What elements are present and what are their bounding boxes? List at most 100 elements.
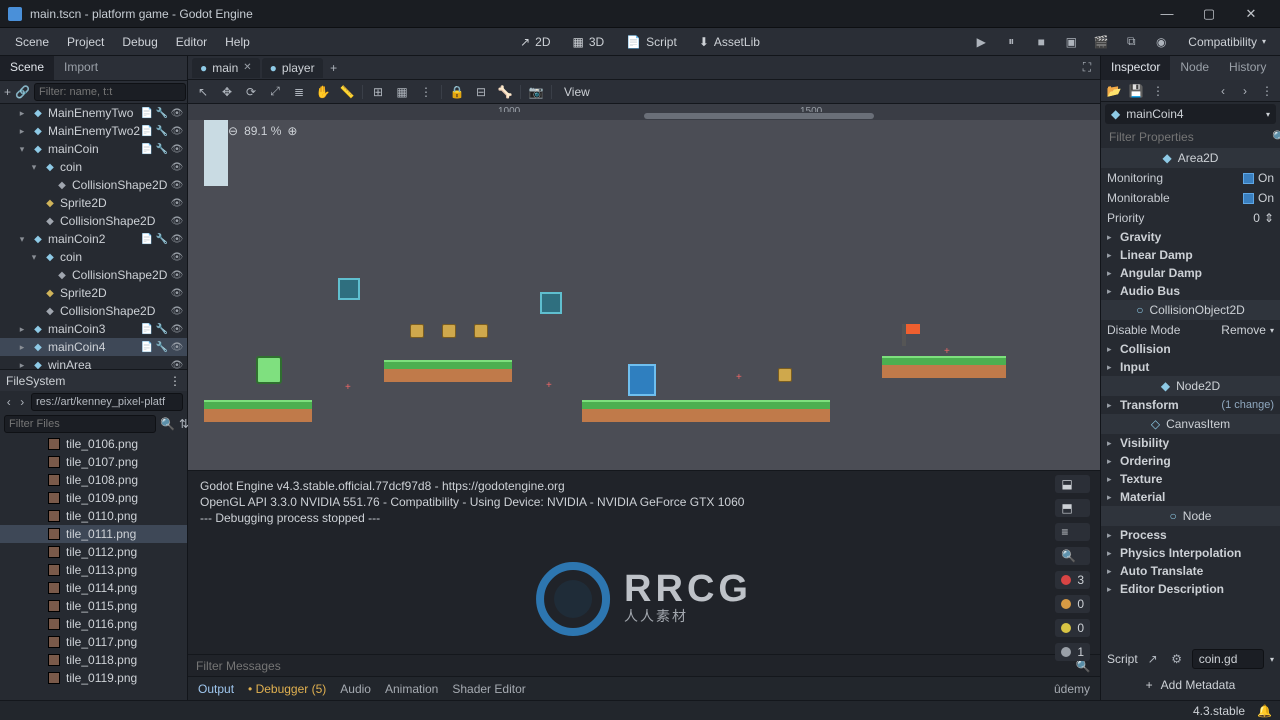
property-group[interactable]: ▸Input bbox=[1101, 358, 1280, 376]
tree-node[interactable]: ▸◆mainCoin4📄🔧👁 bbox=[0, 338, 187, 356]
add-scene-tab[interactable]: + bbox=[325, 59, 343, 77]
tree-node[interactable]: ◆CollisionShape2D👁 bbox=[0, 176, 187, 194]
file-item[interactable]: tile_0106.png bbox=[0, 435, 187, 453]
filesystem-path-input[interactable] bbox=[31, 393, 183, 411]
file-item[interactable]: tile_0112.png bbox=[0, 543, 187, 561]
workspace-tab-assetlib[interactable]: ⬇AssetLib bbox=[691, 31, 768, 53]
tree-node[interactable]: ▸◆winArea👁 bbox=[0, 356, 187, 369]
file-item[interactable]: tile_0111.png bbox=[0, 525, 187, 543]
menu-editor[interactable]: Editor bbox=[167, 31, 216, 53]
inspector-section-header[interactable]: ○CollisionObject2D bbox=[1101, 300, 1280, 320]
expand-output-icon[interactable]: ⬒ bbox=[1055, 499, 1090, 517]
inspector-tab[interactable]: Inspector bbox=[1101, 56, 1170, 80]
property-row[interactable]: Disable ModeRemove▾ bbox=[1101, 320, 1280, 340]
node-tab[interactable]: Node bbox=[1170, 56, 1219, 80]
property-group[interactable]: ▸Transform(1 change) bbox=[1101, 396, 1280, 414]
snap-icon[interactable]: ⊞ bbox=[369, 83, 387, 101]
property-row[interactable]: MonitorableOn bbox=[1101, 188, 1280, 208]
file-item[interactable]: tile_0107.png bbox=[0, 453, 187, 471]
zoom-indicator[interactable]: ⊖ 89.1 % ⊕ bbox=[228, 124, 297, 138]
file-item[interactable]: tile_0108.png bbox=[0, 471, 187, 489]
snap-options-icon[interactable]: ⋮ bbox=[417, 83, 435, 101]
close-button[interactable]: ✕ bbox=[1230, 0, 1272, 28]
view-menu[interactable]: View bbox=[558, 85, 596, 99]
remote-button[interactable]: ▣ bbox=[1060, 31, 1082, 53]
movie-button[interactable]: ◉ bbox=[1150, 31, 1172, 53]
property-group[interactable]: ▸Angular Damp bbox=[1101, 264, 1280, 282]
viewport-scrollbar-h[interactable] bbox=[204, 112, 1100, 120]
script-gear-icon[interactable]: ⚙ bbox=[1168, 650, 1186, 668]
msg-count[interactable]: 1 bbox=[1055, 643, 1090, 661]
history-tab[interactable]: History bbox=[1219, 56, 1276, 80]
file-item[interactable]: tile_0119.png bbox=[0, 669, 187, 687]
scene-dock-tab[interactable]: Scene bbox=[0, 56, 54, 80]
tree-node[interactable]: ▾◆coin👁 bbox=[0, 158, 187, 176]
warning-count[interactable]: 0 bbox=[1055, 595, 1090, 613]
inspector-section-header[interactable]: ○Node bbox=[1101, 506, 1280, 526]
tree-node[interactable]: ◆Sprite2D👁 bbox=[0, 194, 187, 212]
group-icon[interactable]: ⊟ bbox=[472, 83, 490, 101]
property-group[interactable]: ▸Process bbox=[1101, 526, 1280, 544]
bottom-tab[interactable]: Audio bbox=[340, 682, 371, 696]
gizmo-handle[interactable]: + bbox=[546, 380, 552, 391]
menu-project[interactable]: Project bbox=[58, 31, 113, 53]
property-group[interactable]: ▸Linear Damp bbox=[1101, 246, 1280, 264]
inspector-section-header[interactable]: ◆Node2D bbox=[1101, 376, 1280, 396]
filesystem-menu-icon[interactable]: ⋮ bbox=[169, 374, 181, 388]
tree-node[interactable]: ◆Sprite2D👁 bbox=[0, 284, 187, 302]
menu-debug[interactable]: Debug bbox=[113, 31, 166, 53]
file-item[interactable]: tile_0118.png bbox=[0, 651, 187, 669]
property-group[interactable]: ▸Visibility bbox=[1101, 434, 1280, 452]
error-count[interactable]: 3 bbox=[1055, 571, 1090, 589]
inspector-section-header[interactable]: ◆Area2D bbox=[1101, 148, 1280, 168]
close-tab-icon[interactable]: ✕ bbox=[243, 62, 251, 73]
tree-node[interactable]: ▾◆mainCoin📄🔧👁 bbox=[0, 140, 187, 158]
play-button[interactable]: ▶ bbox=[970, 31, 992, 53]
open-resource-icon[interactable]: 📂 bbox=[1105, 82, 1123, 100]
notifications-icon[interactable]: 🔔 bbox=[1257, 704, 1272, 718]
maximize-button[interactable]: ▢ bbox=[1188, 0, 1230, 28]
list-tool-icon[interactable]: ≣ bbox=[290, 83, 308, 101]
file-item[interactable]: tile_0116.png bbox=[0, 615, 187, 633]
manage-history-icon[interactable]: ⋮ bbox=[1258, 82, 1276, 100]
rotate-tool-icon[interactable]: ⟳ bbox=[242, 83, 260, 101]
select-tool-icon[interactable]: ↖ bbox=[194, 83, 212, 101]
scene-filter-input[interactable] bbox=[34, 83, 186, 101]
history-back-icon[interactable]: ‹ bbox=[1214, 82, 1232, 100]
pan-tool-icon[interactable]: ✋ bbox=[314, 83, 332, 101]
gizmo-handle[interactable]: + bbox=[345, 382, 351, 393]
tree-node[interactable]: ▾◆mainCoin2📄🔧👁 bbox=[0, 230, 187, 248]
file-item[interactable]: tile_0114.png bbox=[0, 579, 187, 597]
inspector-body[interactable]: ◆Area2DMonitoringOnMonitorableOnPriority… bbox=[1101, 148, 1280, 648]
menu-scene[interactable]: Scene bbox=[6, 31, 58, 53]
search-output-icon[interactable]: 🔍 bbox=[1055, 547, 1090, 565]
skeleton-icon[interactable]: 🦴 bbox=[496, 83, 514, 101]
clear-output-icon[interactable]: ≡ bbox=[1055, 523, 1090, 541]
file-item[interactable]: tile_0109.png bbox=[0, 489, 187, 507]
file-item[interactable]: tile_0117.png bbox=[0, 633, 187, 651]
bottom-tab[interactable]: Shader Editor bbox=[452, 682, 525, 696]
history-fwd-icon[interactable]: › bbox=[1236, 82, 1254, 100]
bottom-tab[interactable]: • Debugger (5) bbox=[248, 682, 326, 696]
filesystem-filter-input[interactable] bbox=[4, 415, 156, 433]
ruler-tool-icon[interactable]: 📏 bbox=[338, 83, 356, 101]
inspector-filter-input[interactable] bbox=[1105, 128, 1268, 146]
distraction-free-icon[interactable]: ⛶ bbox=[1078, 59, 1096, 77]
inspector-menu-icon[interactable]: ⋮ bbox=[1149, 82, 1167, 100]
property-row[interactable]: Priority0⇕ bbox=[1101, 208, 1280, 228]
tree-node[interactable]: ◆CollisionShape2D👁 bbox=[0, 212, 187, 230]
output-console[interactable]: Godot Engine v4.3.stable.official.77dcf9… bbox=[188, 471, 1100, 654]
stop-button[interactable]: ■ bbox=[1030, 31, 1052, 53]
grid-snap-icon[interactable]: ▦ bbox=[393, 83, 411, 101]
scale-tool-icon[interactable]: ⤢ bbox=[266, 83, 284, 101]
lock-icon[interactable]: 🔒 bbox=[448, 83, 466, 101]
tree-node[interactable]: ▸◆MainEnemyTwo📄🔧👁 bbox=[0, 104, 187, 122]
bottom-tab[interactable]: Animation bbox=[385, 682, 438, 696]
property-group[interactable]: ▸Physics Interpolation bbox=[1101, 544, 1280, 562]
property-group[interactable]: ▸Gravity bbox=[1101, 228, 1280, 246]
tree-node[interactable]: ◆CollisionShape2D👁 bbox=[0, 266, 187, 284]
forward-button[interactable]: › bbox=[18, 393, 28, 411]
minimize-button[interactable]: — bbox=[1146, 0, 1188, 28]
tree-node[interactable]: ◆CollisionShape2D👁 bbox=[0, 302, 187, 320]
inspector-section-header[interactable]: ◇CanvasItem bbox=[1101, 414, 1280, 434]
